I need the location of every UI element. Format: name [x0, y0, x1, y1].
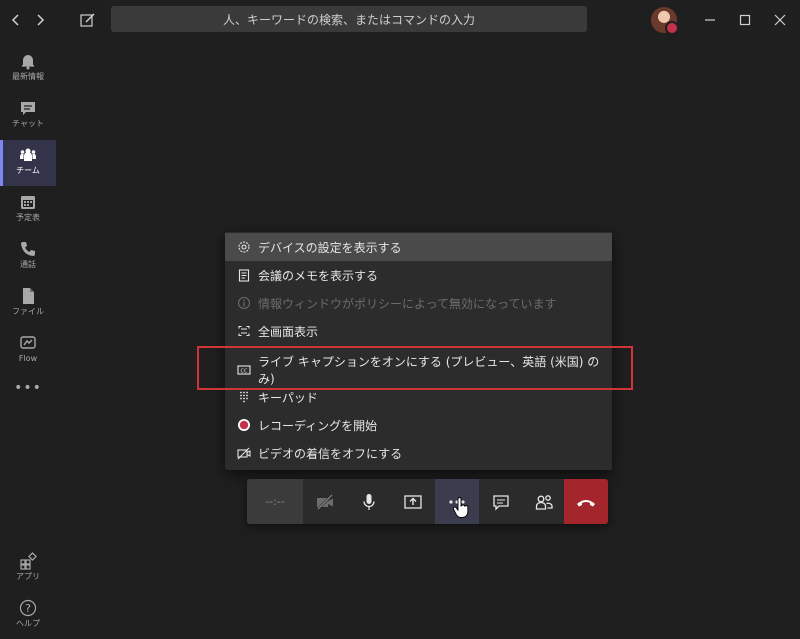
hang-up-button[interactable] — [564, 479, 608, 524]
maximize-icon[interactable] — [735, 10, 755, 30]
rail-label: チーム — [16, 166, 40, 175]
record-icon — [238, 419, 250, 431]
rail-label: 最新情報 — [12, 72, 44, 81]
more-apps-button[interactable]: ••• — [0, 375, 56, 421]
menu-item-meeting-notes[interactable]: 会議のメモを表示する — [225, 261, 612, 289]
call-timer: --:-- — [247, 479, 303, 524]
call-controls: --:-- — [247, 479, 608, 524]
hang-up-icon — [577, 499, 595, 506]
participants-icon — [535, 494, 553, 510]
calendar-icon — [21, 196, 35, 209]
apps-icon — [20, 552, 37, 570]
rail-item-activity[interactable]: 最新情報 — [0, 46, 56, 92]
rail-item-files[interactable]: ファイル — [0, 281, 56, 327]
rail-item-calls[interactable]: 通話 — [0, 234, 56, 280]
menu-item-device-settings[interactable]: デバイスの設定を表示する — [225, 233, 612, 261]
notes-icon — [238, 269, 250, 282]
menu-item-start-recording[interactable]: レコーディングを開始 — [225, 411, 612, 439]
compose-icon[interactable] — [78, 10, 98, 30]
bell-icon — [22, 55, 34, 70]
share-icon — [404, 494, 422, 509]
title-bar: 人、キーワードの検索、またはコマンドの入力 — [0, 0, 800, 40]
highlight-frame — [197, 346, 633, 390]
chat-icon — [493, 494, 509, 511]
menu-item-video-off[interactable]: ビデオの着信をオフにする — [225, 439, 612, 467]
share-screen-button[interactable] — [391, 479, 435, 524]
rail-label: 通話 — [20, 260, 36, 269]
search-placeholder: 人、キーワードの検索、またはコマンドの入力 — [222, 12, 475, 27]
chat-icon — [21, 102, 35, 115]
menu-item-label: 全画面表示 — [258, 324, 319, 339]
menu-item-label: 会議のメモを表示する — [258, 268, 379, 283]
rail-label: 予定表 — [16, 213, 40, 222]
rail-label: アプリ — [16, 572, 40, 581]
menu-item-info-disabled: 情報ウィンドウがポリシーによって無効になっています — [225, 289, 612, 317]
rail-item-teams[interactable]: チーム — [0, 140, 56, 186]
fullscreen-icon — [238, 325, 250, 337]
rail-label: ヘルプ — [16, 619, 40, 628]
rail-item-chat[interactable]: チャット — [0, 93, 56, 139]
rail-item-calendar[interactable]: 予定表 — [0, 187, 56, 233]
app-rail: 最新情報 チャット チーム 予定表 通話 ファイル Flow ••• アプリ ?… — [0, 40, 56, 632]
gear-icon — [238, 241, 250, 253]
minimize-icon[interactable] — [700, 10, 720, 30]
phone-icon — [21, 242, 35, 256]
forward-icon[interactable] — [30, 10, 50, 30]
rail-item-apps[interactable]: アプリ — [0, 546, 56, 592]
rail-label: Flow — [18, 354, 38, 363]
mic-icon — [363, 493, 375, 510]
avatar[interactable] — [651, 7, 679, 35]
help-icon: ? — [19, 599, 37, 617]
camera-toggle-button[interactable] — [303, 479, 347, 524]
rail-label: ファイル — [12, 307, 44, 316]
rail-item-flow[interactable]: Flow — [0, 328, 56, 374]
rail-label: チャット — [12, 119, 44, 128]
teams-icon — [20, 148, 36, 161]
menu-item-label: デバイスの設定を表示する — [258, 240, 402, 255]
menu-item-label: キーパッド — [258, 390, 318, 405]
keypad-icon — [240, 391, 248, 403]
hand-cursor-icon — [453, 497, 469, 518]
video-off-icon — [237, 447, 251, 460]
back-icon[interactable] — [6, 10, 26, 30]
file-icon — [23, 288, 34, 304]
rail-item-help[interactable]: ? ヘルプ — [0, 593, 56, 639]
more-icon: ••• — [14, 380, 42, 396]
svg-text:?: ? — [25, 602, 31, 615]
info-icon — [237, 296, 251, 310]
show-conversation-button[interactable] — [479, 479, 523, 524]
menu-item-label: ビデオの着信をオフにする — [258, 446, 403, 461]
menu-item-label: 情報ウィンドウがポリシーによって無効になっています — [258, 296, 557, 311]
timer-text: --:-- — [265, 495, 285, 508]
menu-item-fullscreen[interactable]: 全画面表示 — [225, 317, 612, 345]
menu-item-label: レコーディングを開始 — [258, 418, 378, 433]
mic-toggle-button[interactable] — [347, 479, 391, 524]
video-off-icon — [317, 493, 333, 510]
show-participants-button[interactable] — [523, 479, 564, 524]
flow-icon — [20, 336, 36, 349]
search-input[interactable]: 人、キーワードの検索、またはコマンドの入力 — [111, 6, 587, 32]
status-badge — [665, 21, 679, 35]
close-icon[interactable] — [770, 10, 790, 30]
